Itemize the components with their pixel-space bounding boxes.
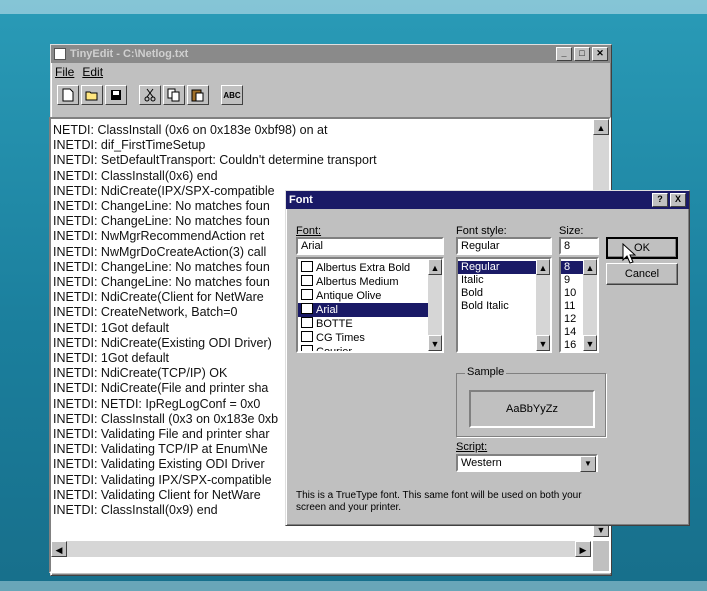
log-line: INETDI: dif_FirstTimeSetup bbox=[53, 138, 206, 153]
mouse-pointer-icon bbox=[622, 243, 637, 264]
font-dialog-title-bar[interactable]: Font ? X bbox=[286, 191, 689, 209]
font-list-item[interactable]: CG Times bbox=[298, 331, 442, 345]
app-icon bbox=[54, 48, 66, 60]
style-list-item-label: Bold Italic bbox=[461, 300, 509, 312]
font-abc-icon[interactable]: ABC bbox=[221, 85, 243, 105]
size-list-down[interactable]: ▼ bbox=[583, 335, 597, 351]
font-list-item[interactable]: Arial bbox=[298, 303, 442, 317]
sample-preview: AaBbYyZz bbox=[469, 390, 595, 428]
font-type-icon bbox=[301, 303, 313, 314]
font-type-icon bbox=[301, 261, 313, 272]
font-type-icon bbox=[301, 345, 313, 351]
style-list-item-label: Italic bbox=[461, 274, 484, 286]
script-select[interactable]: Western ▼ bbox=[456, 454, 598, 472]
size-list-item-label: 10 bbox=[564, 287, 577, 299]
log-line: NETDI: ClassInstall (0x6 on 0x183e 0xbf9… bbox=[53, 123, 328, 137]
style-list-item-label: Regular bbox=[461, 261, 500, 273]
size-input[interactable]: 8 bbox=[559, 237, 599, 255]
copy-icon[interactable] bbox=[163, 85, 185, 105]
font-list-item[interactable]: BOTTE bbox=[298, 317, 442, 331]
font-type-icon bbox=[301, 289, 313, 300]
size-list-item-label: 8 bbox=[564, 261, 571, 273]
size-label: Size: bbox=[559, 225, 584, 237]
size-list-item-label: 11 bbox=[564, 300, 576, 312]
font-list-item-label: BOTTE bbox=[316, 318, 353, 330]
truetype-note: This is a TrueType font. This same font … bbox=[296, 490, 582, 513]
font-list-item[interactable]: Albertus Extra Bold bbox=[298, 261, 442, 275]
script-label: Script: bbox=[456, 441, 488, 453]
font-label: Font: bbox=[296, 225, 322, 237]
menu-edit[interactable]: Edit bbox=[82, 65, 103, 79]
size-list-scrollbar[interactable]: ▲ ▼ bbox=[583, 259, 597, 351]
font-list-item[interactable]: Courier bbox=[298, 345, 442, 353]
font-list-item-label: Arial bbox=[316, 304, 339, 316]
font-style-input[interactable]: Regular bbox=[456, 237, 552, 255]
log-line: INETDI: ClassInstall(0x6) end bbox=[53, 168, 218, 183]
font-list-items: Albertus Extra Bold Albertus Medium Antiqu… bbox=[298, 259, 442, 353]
font-style-label: Font style: bbox=[456, 225, 507, 237]
size-list-item-label: 14 bbox=[564, 326, 577, 338]
font-dialog: Font ? X Font: Arial Font style: Regular… bbox=[285, 190, 690, 526]
font-list-item[interactable]: Albertus Medium bbox=[298, 275, 442, 289]
size-grip[interactable] bbox=[593, 541, 609, 571]
font-list-up[interactable]: ▲ bbox=[428, 259, 442, 275]
ok-button[interactable]: OK bbox=[606, 237, 678, 259]
scroll-left-button[interactable]: ◀ bbox=[51, 541, 67, 557]
menu-file[interactable]: File bbox=[55, 65, 74, 79]
style-list-down[interactable]: ▼ bbox=[536, 335, 550, 351]
font-list-item-label: Albertus Medium bbox=[316, 276, 399, 288]
style-list-up[interactable]: ▲ bbox=[536, 259, 550, 275]
new-file-icon[interactable] bbox=[57, 85, 79, 105]
sample-label: Sample bbox=[465, 366, 507, 378]
font-input[interactable]: Arial bbox=[296, 237, 444, 255]
script-value: Western bbox=[461, 457, 502, 469]
font-list-item-label: Antique Olive bbox=[316, 290, 382, 302]
style-list-item-label: Bold bbox=[461, 287, 484, 299]
sample-group: Sample AaBbYyZz bbox=[456, 366, 606, 437]
font-list[interactable]: Albertus Extra Bold Albertus Medium Antiqu… bbox=[296, 257, 444, 353]
cancel-button[interactable]: Cancel bbox=[606, 263, 678, 285]
font-list-item[interactable]: Antique Olive bbox=[298, 289, 442, 303]
size-list-item-label: 9 bbox=[564, 274, 571, 286]
minimize-button[interactable]: _ bbox=[556, 47, 572, 61]
font-style-list[interactable]: Regular Italic Bold Bold Italic ▲ ▼ bbox=[456, 257, 552, 353]
font-list-scrollbar[interactable]: ▲ ▼ bbox=[428, 259, 442, 351]
dialog-close-button[interactable]: X bbox=[670, 193, 686, 207]
font-type-icon bbox=[301, 331, 313, 342]
menu-bar: File Edit bbox=[51, 63, 611, 81]
close-button[interactable]: ✕ bbox=[592, 47, 608, 61]
scroll-up-button[interactable]: ▲ bbox=[593, 119, 609, 135]
font-list-down[interactable]: ▼ bbox=[428, 335, 442, 351]
style-list-scrollbar[interactable]: ▲ ▼ bbox=[536, 259, 550, 351]
toolbar: ABC bbox=[51, 81, 611, 109]
chevron-down-icon[interactable]: ▼ bbox=[580, 456, 596, 472]
font-button-label: ABC bbox=[223, 90, 241, 100]
horizontal-scrollbar[interactable]: ◀ ▶ bbox=[51, 541, 591, 557]
maximize-button[interactable]: □ bbox=[574, 47, 590, 61]
font-list-item-label: Courier bbox=[316, 346, 353, 353]
open-folder-icon[interactable] bbox=[81, 85, 103, 105]
sample-text: AaBbYyZz bbox=[506, 403, 558, 415]
size-list[interactable]: 8 9 10 11 12 14 16 ▲ ▼ bbox=[559, 257, 599, 353]
editor-title-bar[interactable]: TinyEdit - C:\Netlog.txt _ □ ✕ bbox=[51, 45, 611, 63]
paste-icon[interactable] bbox=[187, 85, 209, 105]
save-disk-icon[interactable] bbox=[105, 85, 127, 105]
font-list-item-label: CG Times bbox=[316, 332, 365, 344]
font-type-icon bbox=[301, 317, 313, 328]
font-type-icon bbox=[301, 275, 313, 286]
size-list-item-label: 12 bbox=[564, 313, 577, 325]
help-button[interactable]: ? bbox=[652, 193, 668, 207]
size-list-item-label: 16 bbox=[564, 339, 577, 351]
editor-title: TinyEdit - C:\Netlog.txt bbox=[70, 48, 189, 60]
cut-scissors-icon[interactable] bbox=[139, 85, 161, 105]
size-list-up[interactable]: ▲ bbox=[583, 259, 597, 275]
log-line: INETDI: SetDefaultTransport: Couldn't de… bbox=[53, 153, 377, 168]
font-dialog-title: Font bbox=[289, 194, 313, 206]
font-list-item-label: Albertus Extra Bold bbox=[316, 262, 411, 274]
scroll-right-button[interactable]: ▶ bbox=[575, 541, 591, 557]
